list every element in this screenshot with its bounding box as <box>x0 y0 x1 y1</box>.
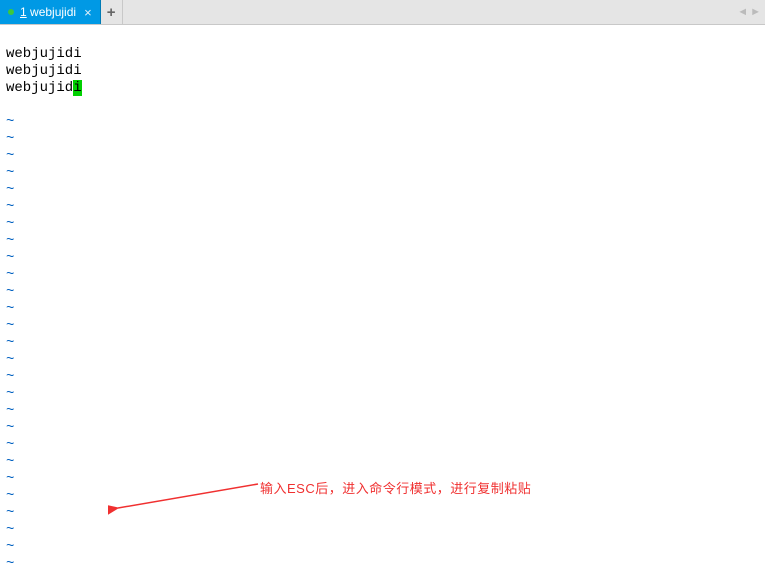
editor-tilde: ~ <box>6 386 759 403</box>
editor-tilde: ~ <box>6 284 759 301</box>
tab-status-dot <box>8 9 14 15</box>
editor-tilde: ~ <box>6 233 759 250</box>
tab-name: webjujidi <box>30 5 76 19</box>
editor-tilde: ~ <box>6 420 759 437</box>
editor-tilde: ~ <box>6 505 759 522</box>
tab-nav-left-icon[interactable]: ◄ <box>737 6 748 18</box>
editor-tilde: ~ <box>6 437 759 454</box>
editor-tilde: ~ <box>6 539 759 556</box>
tab-title: 1 webjujidi <box>20 5 76 19</box>
tab-active[interactable]: 1 webjujidi × <box>0 0 101 24</box>
editor-tilde: ~ <box>6 250 759 267</box>
editor-line-blank <box>6 97 759 114</box>
editor-tilde: ~ <box>6 165 759 182</box>
annotation-text: 输入ESC后，进入命令行模式，进行复制粘贴 <box>260 478 531 497</box>
editor-tilde: ~ <box>6 114 759 131</box>
editor-tilde: ~ <box>6 148 759 165</box>
new-tab-button[interactable]: + <box>101 0 123 24</box>
tab-bar: 1 webjujidi × + ◄ ► <box>0 0 765 25</box>
editor-tilde: ~ <box>6 199 759 216</box>
editor-tilde: ~ <box>6 301 759 318</box>
editor-tilde: ~ <box>6 216 759 233</box>
editor-tilde: ~ <box>6 335 759 352</box>
editor-tilde: ~ <box>6 182 759 199</box>
editor-tilde: ~ <box>6 454 759 471</box>
editor-tilde: ~ <box>6 131 759 148</box>
close-icon[interactable]: × <box>82 6 94 19</box>
editor-tilde: ~ <box>6 522 759 539</box>
editor-tilde: ~ <box>6 267 759 284</box>
editor-tilde: ~ <box>6 369 759 386</box>
tab-nav-right-icon[interactable]: ► <box>750 6 761 18</box>
tab-nav-arrows: ◄ ► <box>737 0 761 24</box>
editor-tilde: ~ <box>6 556 759 567</box>
editor-line: webjujidi <box>6 63 759 80</box>
editor-line-cursor: webjujidi <box>6 80 759 97</box>
editor-tilde: ~ <box>6 403 759 420</box>
editor-cursor: i <box>73 80 81 96</box>
editor-tilde: ~ <box>6 352 759 369</box>
tab-number: 1 <box>20 5 27 19</box>
editor-tilde: ~ <box>6 318 759 335</box>
editor-line: webjujidi <box>6 46 759 63</box>
